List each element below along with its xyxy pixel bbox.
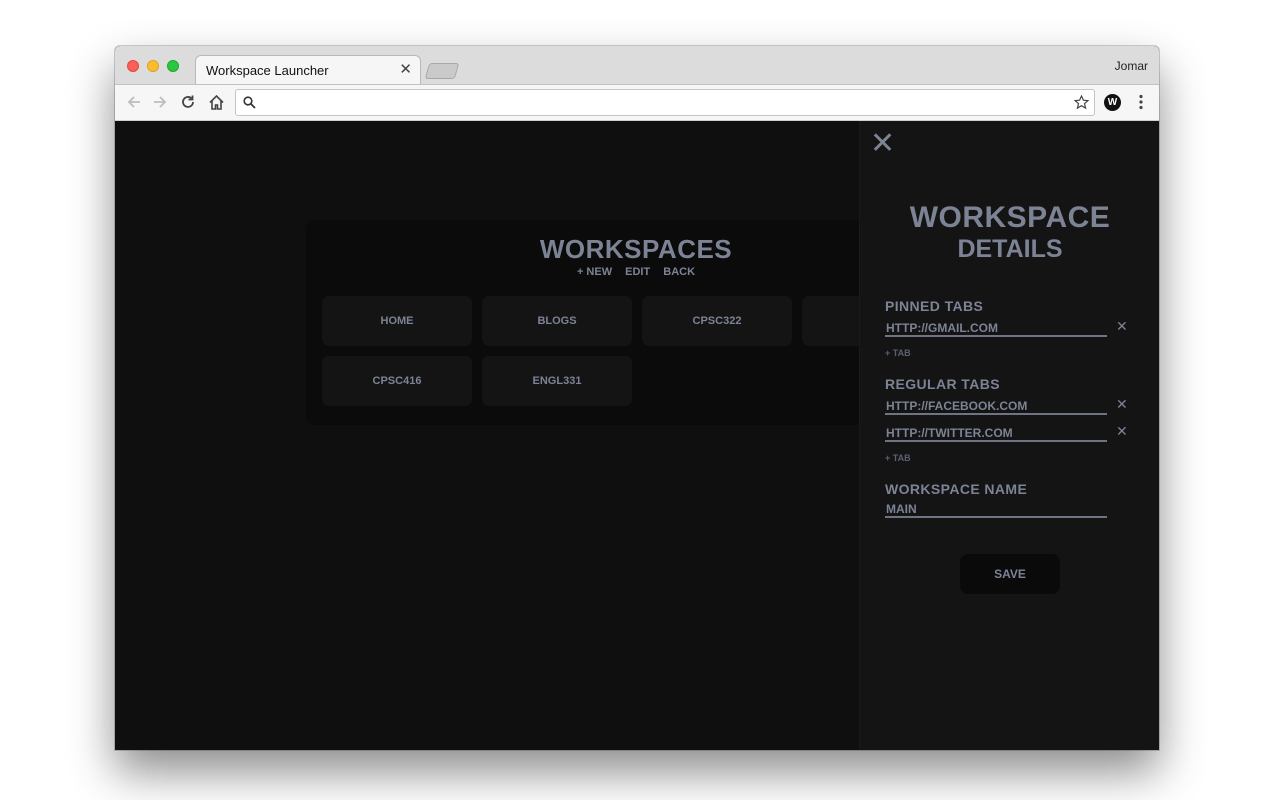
address-bar[interactable] (235, 89, 1095, 116)
workspace-details-sidebar: ✕ WORKSPACE DETAILS PINNED TABS ✕ + TAB … (859, 121, 1159, 750)
workspace-name-input[interactable] (885, 501, 1107, 517)
forward-arrow-icon (154, 96, 167, 108)
details-title: WORKSPACE (909, 201, 1111, 234)
edit-workspaces-link[interactable]: EDIT (625, 266, 650, 278)
workspace-name-label: WORKSPACE NAME (885, 481, 1028, 497)
workspace-card[interactable]: BLOGS (482, 296, 632, 346)
maximize-window-button[interactable] (167, 60, 179, 72)
browser-menu-button[interactable] (1130, 91, 1152, 113)
title-bar: Workspace Launcher ✕ Jomar (115, 46, 1159, 84)
add-regular-tab-link[interactable]: + TAB (885, 453, 911, 463)
profile-name[interactable]: Jomar (1115, 59, 1148, 73)
regular-tabs-label: REGULAR TABS (885, 376, 1000, 392)
pinned-tab-input[interactable] (885, 320, 1107, 336)
pinned-tab-field[interactable] (885, 319, 1107, 337)
close-icon[interactable]: ✕ (870, 129, 895, 159)
regular-tab-field[interactable] (885, 397, 1107, 415)
workspaces-panel: WORKSPACES + NEW EDIT BACK HOME BLOGS CP… (306, 220, 952, 425)
browser-toolbar: W (115, 84, 1159, 121)
more-vertical-icon (1139, 94, 1143, 110)
regular-tab-field[interactable] (885, 424, 1107, 442)
browser-tab[interactable]: Workspace Launcher ✕ (195, 55, 421, 84)
remove-regular-tab-icon[interactable]: ✕ (1116, 396, 1128, 413)
address-input[interactable] (262, 93, 1062, 112)
bookmark-star-icon[interactable] (1074, 95, 1089, 110)
regular-tab-input[interactable] (885, 398, 1107, 414)
new-tab-button[interactable] (424, 63, 460, 79)
back-link[interactable]: BACK (663, 266, 695, 278)
details-subtitle: DETAILS (957, 235, 1063, 263)
search-icon (243, 96, 256, 109)
workspace-name-field[interactable] (885, 500, 1107, 518)
browser-window: Workspace Launcher ✕ Jomar W WORKSPACES … (115, 46, 1159, 750)
add-pinned-tab-link[interactable]: + TAB (885, 348, 911, 358)
home-icon (208, 94, 224, 110)
reload-icon (182, 95, 194, 108)
back-button[interactable] (123, 91, 145, 113)
tab-title: Workspace Launcher (206, 63, 329, 78)
new-workspace-link[interactable]: + NEW (577, 266, 612, 278)
remove-regular-tab-icon[interactable]: ✕ (1116, 423, 1128, 440)
pinned-tabs-label: PINNED TABS (885, 298, 984, 314)
save-button[interactable]: SAVE (960, 554, 1060, 594)
workspace-card[interactable]: ENGL331 (482, 356, 632, 406)
home-button[interactable] (205, 91, 227, 113)
page-content: WORKSPACES + NEW EDIT BACK HOME BLOGS CP… (115, 121, 1159, 750)
close-window-button[interactable] (127, 60, 139, 72)
remove-pinned-tab-icon[interactable]: ✕ (1116, 318, 1128, 335)
back-arrow-icon (127, 96, 140, 108)
minimize-window-button[interactable] (147, 60, 159, 72)
workspace-card[interactable]: CPSC322 (642, 296, 792, 346)
forward-button[interactable] (149, 91, 171, 113)
workspace-card[interactable]: CPSC416 (322, 356, 472, 406)
regular-tab-input[interactable] (885, 425, 1107, 441)
extension-icon[interactable]: W (1104, 94, 1121, 111)
tab-close-icon[interactable]: ✕ (399, 60, 412, 78)
workspace-card[interactable]: HOME (322, 296, 472, 346)
reload-button[interactable] (177, 91, 199, 113)
